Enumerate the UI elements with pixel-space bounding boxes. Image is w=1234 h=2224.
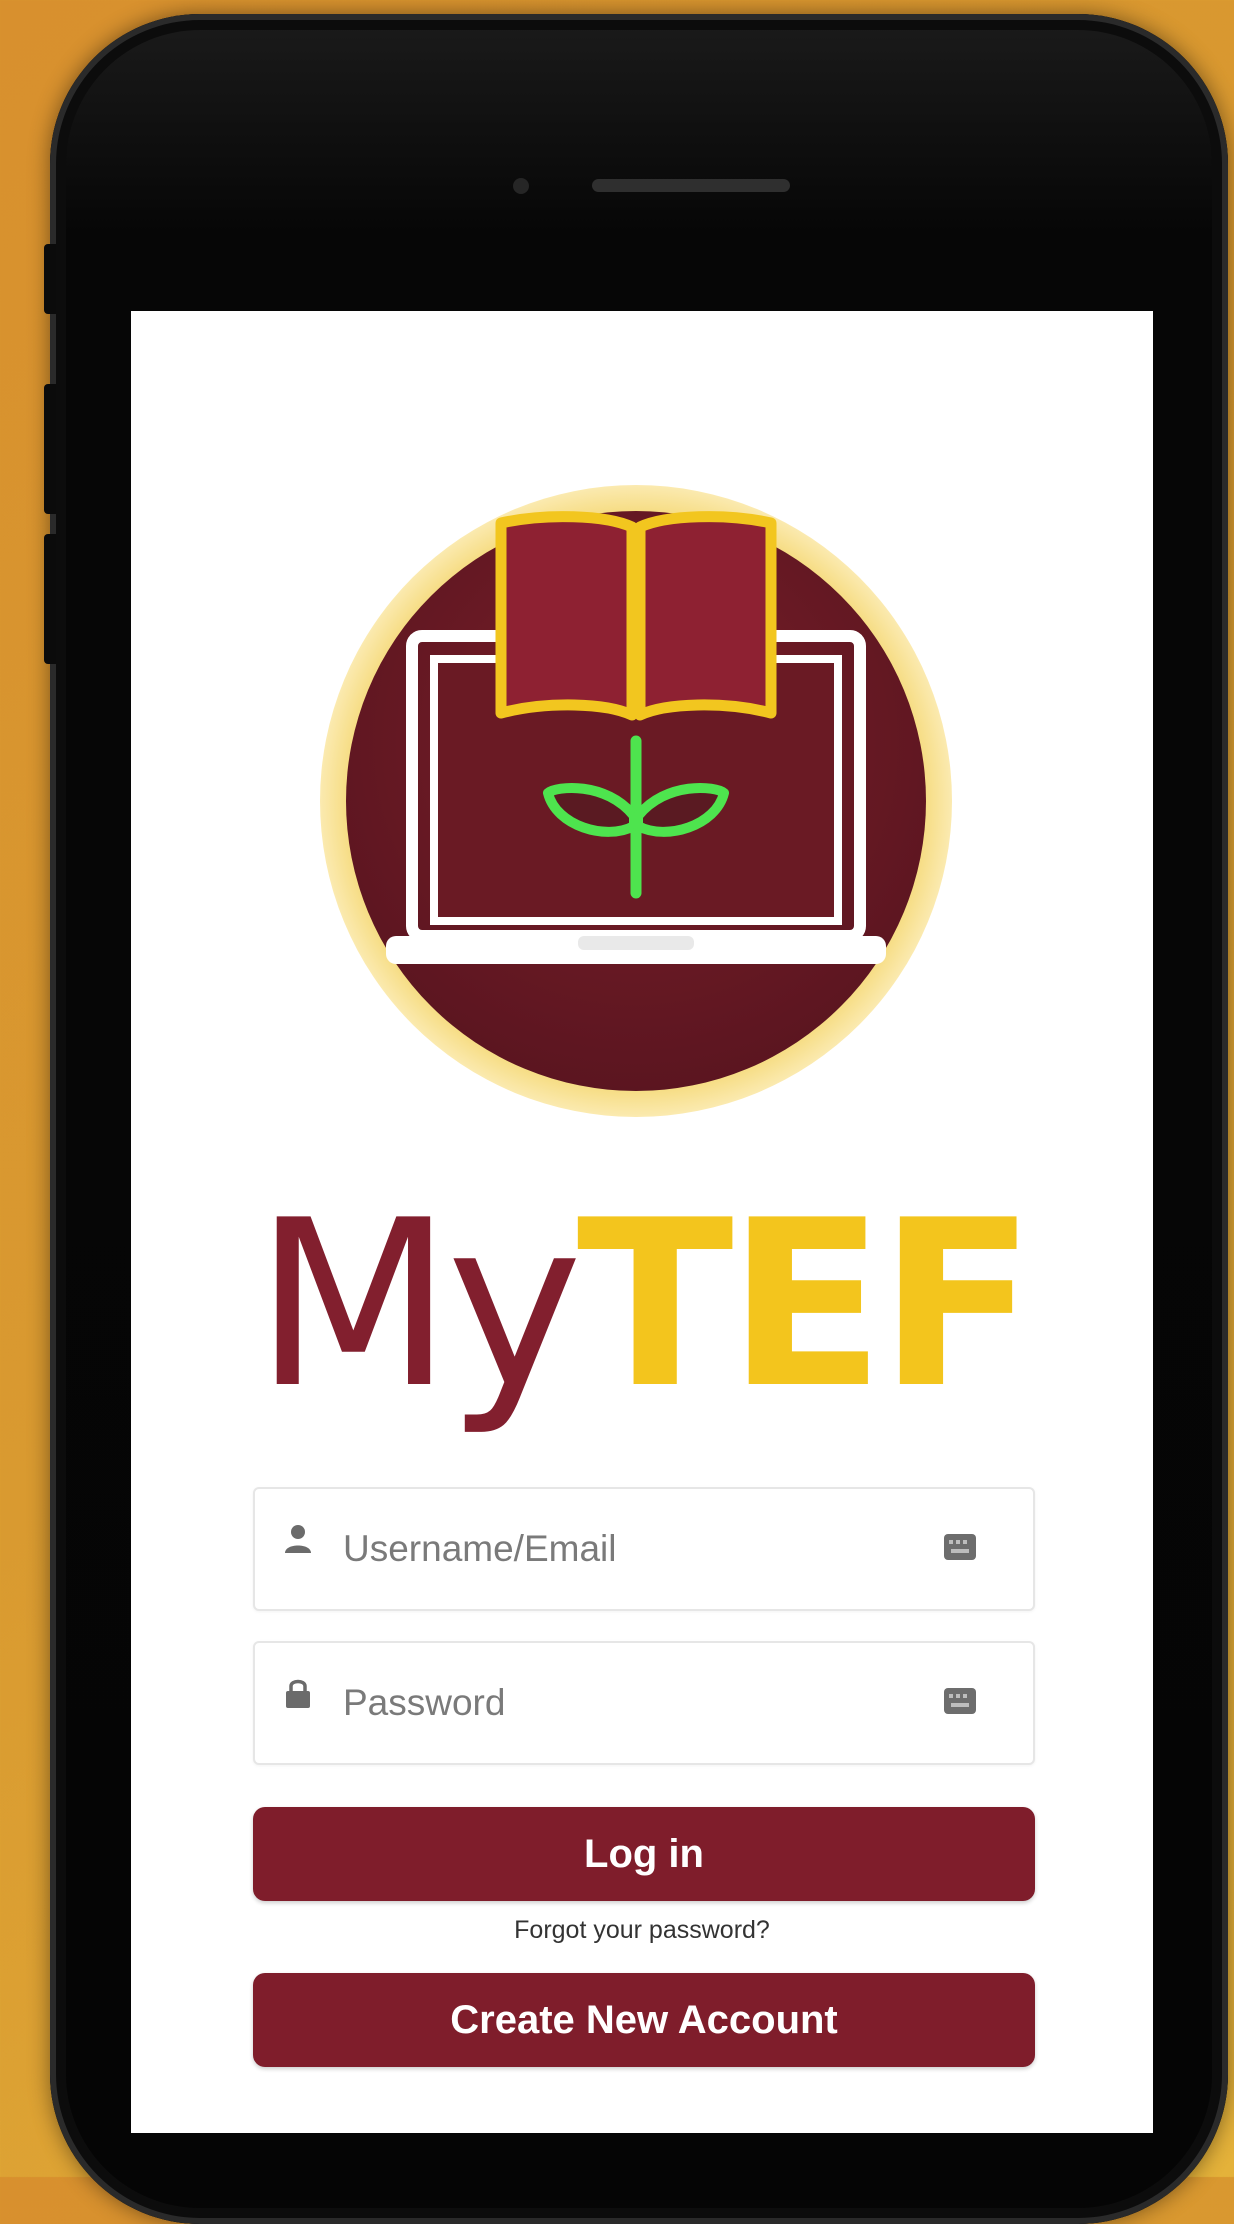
logo-emblem-icon <box>320 485 952 1117</box>
create-account-button[interactable]: Create New Account <box>253 1973 1035 2067</box>
password-field[interactable] <box>253 1641 1035 1765</box>
mute-switch <box>44 244 56 314</box>
volume-up-button <box>44 384 56 514</box>
volume-down-button <box>44 534 56 664</box>
phone-screen: MyTEF Log in Forgot your pass <box>131 311 1153 2133</box>
username-field[interactable] <box>253 1487 1035 1611</box>
keyboard-icon[interactable] <box>943 1687 977 1715</box>
app-title-my: My <box>254 1172 583 1439</box>
front-camera <box>513 178 529 194</box>
lock-icon <box>286 1679 310 1708</box>
username-input[interactable] <box>343 1489 903 1609</box>
app-logo <box>316 481 956 1121</box>
app-title-tef: TEF <box>576 1172 1036 1439</box>
forgot-password-link[interactable]: Forgot your password? <box>131 1916 1153 1945</box>
user-icon <box>285 1525 311 1553</box>
keyboard-icon[interactable] <box>943 1533 977 1561</box>
earpiece-speaker <box>592 179 790 192</box>
password-input[interactable] <box>343 1643 903 1763</box>
login-button[interactable]: Log in <box>253 1807 1035 1901</box>
app-title: MyTEF <box>131 1191 1153 1421</box>
